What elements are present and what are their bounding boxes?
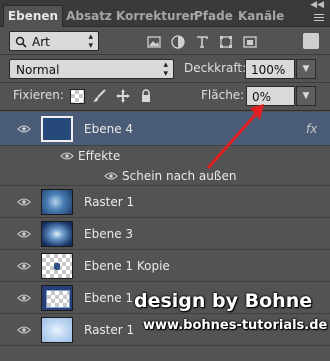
filter-kind-dropdown[interactable]: Art ▴ ▾ [9, 31, 99, 51]
lock-position-move-icon[interactable] [115, 88, 131, 104]
filter-toggle-switch[interactable] [303, 33, 319, 49]
layer-thumbnail [41, 317, 73, 343]
divider [0, 54, 330, 55]
layer-name: Ebene 1 [84, 291, 134, 305]
tab-kanaele[interactable]: Kanäle [238, 6, 284, 26]
visibility-eye-icon[interactable] [17, 326, 31, 334]
layer-name: Ebene 4 [84, 122, 134, 136]
layer-thumbnail [41, 189, 73, 215]
tab-bar: Ebenen Absatz Korrekturen Pfade Kanäle ◀… [0, 0, 330, 27]
shape-filter-icon[interactable] [218, 34, 234, 50]
opacity-slider-button[interactable]: ▼ [296, 59, 316, 79]
blend-mode-value: Normal [16, 63, 60, 77]
type-filter-icon[interactable] [194, 34, 210, 50]
layer-row-raster-1[interactable]: Raster 1 [0, 186, 330, 218]
layer-thumbnail [41, 116, 73, 142]
watermark-title: design by Bohne [134, 290, 313, 312]
layer-name: Ebene 1 Kopie [84, 259, 170, 273]
lock-all-icon[interactable] [138, 88, 154, 104]
smart-object-filter-icon[interactable] [242, 34, 258, 50]
layer-row-ebene-4[interactable]: Ebene 4 fx [0, 112, 330, 146]
annotation-arrow-icon [206, 104, 264, 169]
effects-row[interactable]: Effekte [0, 146, 330, 166]
effects-header: Effekte [78, 149, 121, 163]
fx-icon[interactable]: fx [306, 122, 317, 136]
updown-icon: ▴ ▾ [163, 60, 168, 79]
visibility-eye-icon[interactable] [17, 125, 31, 133]
opacity-label: Deckkraft: [184, 61, 247, 75]
search-icon [15, 36, 27, 48]
filter-kind-label: Art [32, 35, 50, 49]
divider [0, 82, 330, 83]
effects-visibility-eye-icon[interactable] [60, 152, 74, 160]
layer-thumbnail [41, 285, 73, 311]
lock-label: Fixieren: [13, 88, 64, 102]
layer-row-ebene-1-kopie[interactable]: Ebene 1 Kopie [0, 250, 330, 282]
lock-transparency-icon[interactable] [70, 89, 85, 104]
visibility-eye-icon[interactable] [17, 294, 31, 302]
tab-korrekturen[interactable]: Korrekturen [116, 6, 198, 26]
panel-menu-icon[interactable] [314, 14, 324, 22]
layer-thumbnail [41, 253, 73, 279]
layer-thumbnail [41, 221, 73, 247]
tab-absatz[interactable]: Absatz [66, 6, 112, 26]
visibility-eye-icon[interactable] [17, 198, 31, 206]
watermark-url: www.bohnes-tutorials.de [143, 318, 328, 333]
divider [0, 110, 330, 111]
visibility-eye-icon[interactable] [17, 230, 31, 238]
blend-mode-dropdown[interactable]: Normal ▴ ▾ [9, 59, 174, 79]
updown-icon: ▴ ▾ [88, 32, 93, 51]
thumbnail-frame [46, 290, 70, 308]
layer-name: Raster 1 [84, 195, 135, 209]
adjustment-filter-icon[interactable] [170, 34, 186, 50]
effect-visibility-eye-icon[interactable] [104, 172, 118, 180]
layer-row-ebene-3[interactable]: Ebene 3 [0, 218, 330, 250]
lock-image-brush-icon[interactable] [91, 88, 107, 104]
layer-name: Ebene 3 [84, 227, 134, 241]
pixel-layer-filter-icon[interactable] [146, 34, 162, 50]
tab-pfade[interactable]: Pfade [194, 6, 233, 26]
tab-ebenen[interactable]: Ebenen [3, 5, 63, 27]
layer-name: Raster 1 [84, 323, 135, 337]
opacity-input[interactable]: 100% [245, 59, 295, 79]
thumbnail-figure [54, 263, 60, 270]
visibility-eye-icon[interactable] [17, 262, 31, 270]
effect-item-row[interactable]: Schein nach außen [0, 166, 330, 186]
fill-slider-button[interactable]: ▼ [296, 86, 316, 106]
collapse-icon[interactable]: ◀◀ [310, 0, 324, 10]
layers-panel: Ebenen Absatz Korrekturen Pfade Kanäle ◀… [0, 0, 330, 361]
